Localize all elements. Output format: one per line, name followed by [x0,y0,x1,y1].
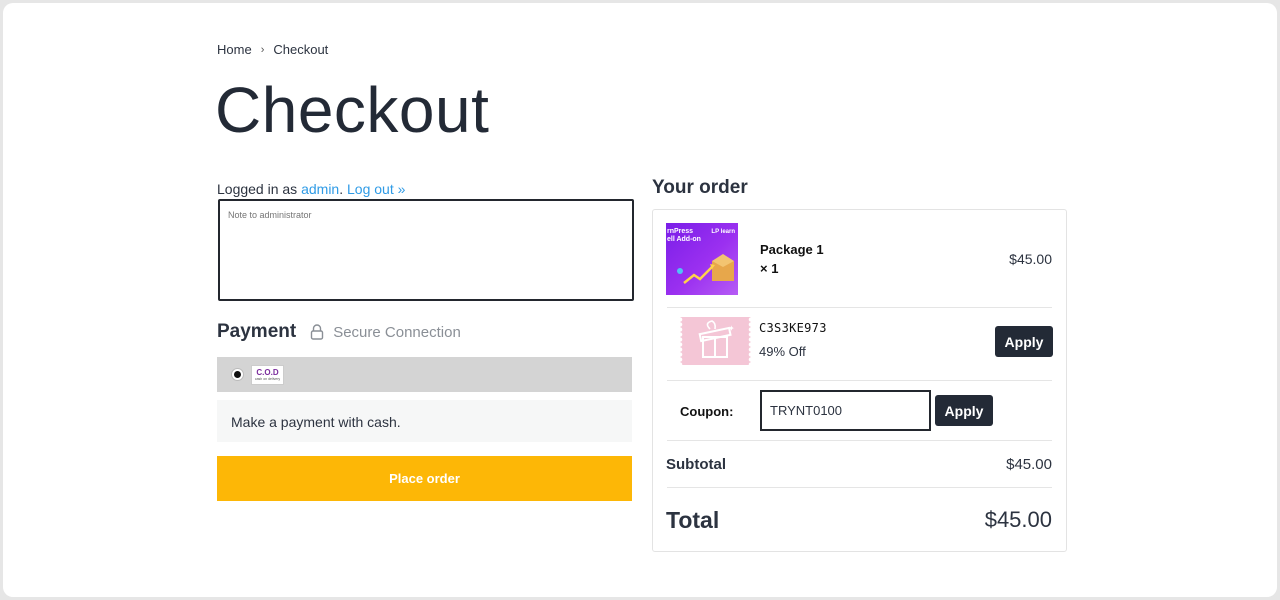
cod-logo-text: C.O.D [256,367,279,377]
subtotal-label: Subtotal [666,456,726,473]
divider [667,307,1052,308]
payment-description: Make a payment with cash. [217,400,632,442]
total-label: Total [666,507,720,533]
suggested-coupon-discount: 49% Off [759,344,806,359]
place-order-button[interactable]: Place order [217,456,632,501]
logged-in-prefix: Logged in as [217,181,302,197]
page-frame: Home › Checkout Checkout Logged in as ad… [3,3,1277,597]
payment-header: Payment Secure Connection [217,321,461,343]
cod-logo-subtext: cash on delivery [254,376,281,381]
divider [667,380,1052,381]
note-to-admin-field[interactable] [218,199,634,301]
apply-suggested-coupon-button[interactable]: Apply [995,326,1053,357]
cod-logo: C.O.D cash on delivery [251,364,284,385]
breadcrumb: Home › Checkout [217,42,328,57]
secure-connection-label: Secure Connection [333,323,461,341]
apply-coupon-button[interactable]: Apply [935,395,993,426]
coupon-input[interactable] [760,390,931,431]
logged-in-period: . [339,181,344,197]
coupon-label: Coupon: [680,404,734,419]
username-link[interactable]: admin [301,181,339,197]
suggested-coupon-code: C3S3KE973 [759,321,827,335]
total-value: $45.00 [984,507,1052,532]
coupon-image: ✦ [680,317,751,365]
logout-link[interactable]: Log out » [347,181,405,197]
page-title: Checkout [215,74,490,146]
lock-icon [310,324,324,340]
logged-in-notice: Logged in as admin. Log out » [217,181,405,197]
product-name: Package 1 [760,242,824,257]
order-summary: rnPress ell Add-on LP learn Package 1 × 1… [652,209,1067,552]
payment-title: Payment [217,321,297,342]
payment-method-cod[interactable]: C.O.D cash on delivery [217,357,632,392]
subtotal-value: $45.00 [1006,456,1052,473]
product-thumbnail: rnPress ell Add-on LP learn [666,223,738,295]
order-title: Your order [652,177,748,198]
product-price: $45.00 [1009,251,1052,267]
payment-radio[interactable] [231,368,244,381]
divider [667,440,1052,441]
product-quantity: × 1 [760,261,779,276]
chevron-right-icon: › [260,43,265,56]
gift-icon: ✦ [698,320,735,358]
divider [667,487,1052,488]
svg-text:✦: ✦ [728,324,735,333]
breadcrumb-home[interactable]: Home [217,42,252,57]
breadcrumb-current: Checkout [273,42,329,57]
